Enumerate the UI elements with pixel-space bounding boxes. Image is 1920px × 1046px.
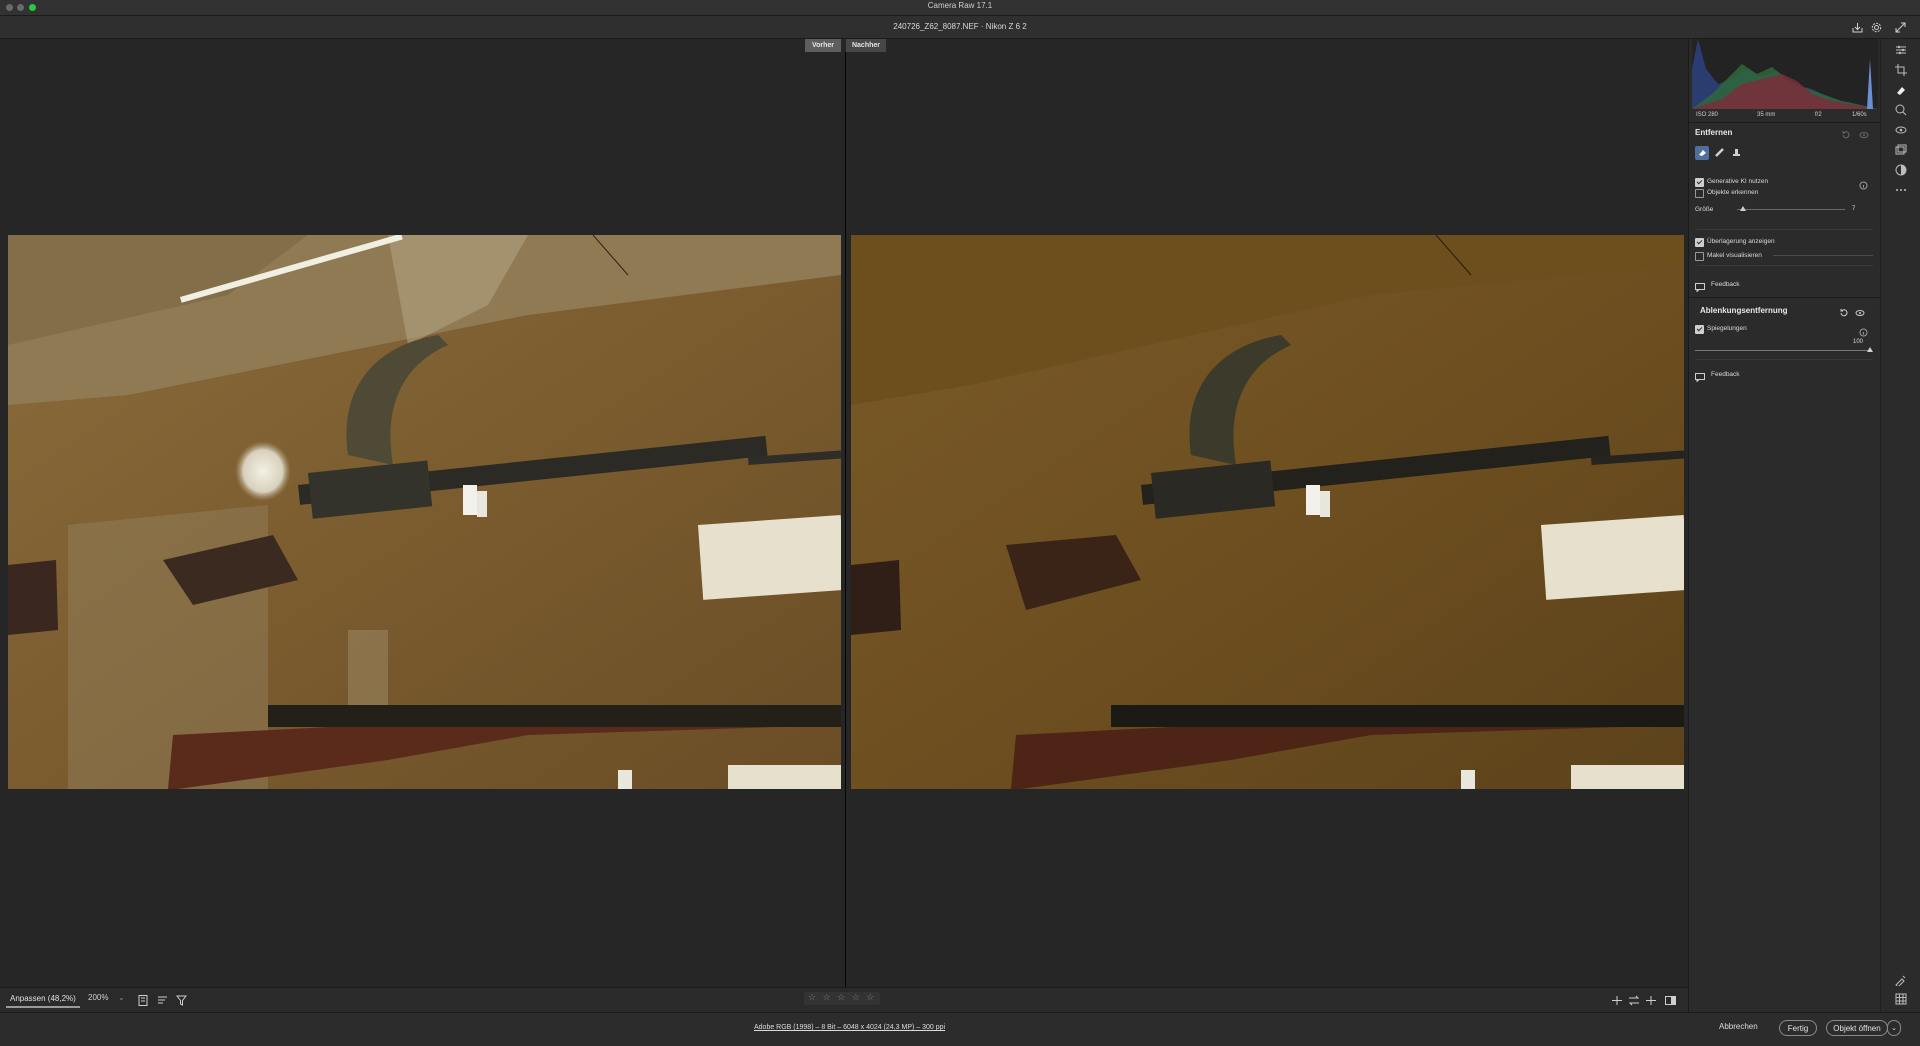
feedback-icon	[1695, 279, 1705, 293]
document-title: 240726_Z62_8087.NEF · Nikon Z 6 2	[893, 22, 1027, 31]
done-button[interactable]: Fertig	[1779, 1020, 1817, 1036]
exif-aperture: f/2	[1815, 112, 1822, 118]
more-options-icon[interactable]	[1895, 183, 1907, 195]
divider	[1689, 122, 1881, 123]
feedback-icon	[1695, 369, 1705, 383]
view-mode-icon[interactable]	[1665, 993, 1679, 1007]
reflections-value[interactable]: 100	[1853, 339, 1863, 345]
sort-icon[interactable]	[157, 993, 171, 1007]
clone-tool-button[interactable]	[1729, 146, 1743, 160]
compare-view: Vorher Nachher	[0, 39, 1688, 987]
show-overlay-label: Überlagerung anzeigen	[1707, 238, 1775, 245]
info-icon[interactable]	[1859, 324, 1869, 337]
zoom-dropdown-icon[interactable]: ⌄	[118, 993, 125, 1002]
fullscreen-icon[interactable]	[1893, 20, 1907, 34]
copy-settings-icon[interactable]	[1628, 993, 1642, 1007]
reset-icon[interactable]	[1841, 127, 1851, 139]
window-titlebar: Camera Raw 17.1	[0, 0, 1920, 16]
detect-objects-label: Objekte erkennen	[1707, 189, 1759, 196]
grid-icon[interactable]	[1895, 992, 1907, 1005]
status-bar: Adobe RGB (1998) – 8 Bit – 6048 x 4024 (…	[0, 1012, 1920, 1046]
reset-icon[interactable]	[1839, 305, 1849, 317]
after-image[interactable]	[851, 235, 1684, 789]
exif-focal: 35 mm	[1757, 112, 1776, 118]
divider	[1689, 297, 1881, 298]
remove-tool-icon[interactable]	[1895, 83, 1907, 95]
window-title: Camera Raw 17.1	[927, 1, 993, 10]
crop-icon[interactable]	[1895, 63, 1907, 76]
right-panel: ISO 280 35 mm f/2 1/60s Entfernen Genera…	[1688, 39, 1881, 1012]
info-icon[interactable]	[1859, 177, 1869, 190]
stamp-icon	[1732, 144, 1741, 162]
save-icon[interactable]	[1850, 20, 1864, 34]
bottom-toolbar: Anpassen (48,2%) 200% ⌄ ☆ ☆ ☆ ☆ ☆	[0, 987, 1688, 1012]
snapshots-icon[interactable]	[1895, 143, 1907, 155]
visualize-spots-checkbox[interactable]	[1695, 252, 1704, 261]
reflections-label: Spiegelungen	[1707, 325, 1747, 332]
open-object-button[interactable]: Objekt öffnen	[1826, 1020, 1888, 1036]
visualize-spots-label: Makel visualisieren	[1707, 252, 1762, 259]
visualize-spots-slider[interactable]	[1773, 255, 1873, 256]
exif-shutter: 1/60s	[1852, 112, 1867, 118]
eye-icon[interactable]	[1859, 127, 1869, 138]
split-view-icon[interactable]	[1645, 993, 1659, 1007]
histogram	[1692, 39, 1878, 109]
open-options-dropdown[interactable]: ⌄	[1887, 1020, 1901, 1036]
compare-divider	[845, 52, 846, 987]
size-label: Größe	[1695, 206, 1714, 213]
remove-tool-button[interactable]	[1695, 146, 1709, 160]
gear-icon[interactable]	[1869, 20, 1883, 34]
size-value[interactable]: 7	[1852, 206, 1855, 212]
generative-ai-label: Generative KI nutzen	[1707, 178, 1769, 185]
before-image[interactable]	[8, 235, 841, 789]
reflections-slider[interactable]	[1695, 350, 1871, 351]
detect-objects-checkbox[interactable]	[1695, 189, 1704, 198]
tool-strip	[1880, 39, 1920, 1012]
divider	[1697, 229, 1873, 230]
eye-icon[interactable]	[1855, 305, 1865, 316]
divider	[1695, 359, 1873, 360]
filmstrip-icon[interactable]	[138, 993, 152, 1007]
reflections-slider-thumb[interactable]	[1867, 347, 1873, 352]
cancel-button[interactable]: Abbrechen	[1719, 1022, 1758, 1031]
workflow-options-link[interactable]: Adobe RGB (1998) – 8 Bit – 6048 x 4024 (…	[754, 1024, 945, 1031]
bandage-icon	[1714, 144, 1724, 162]
document-header: 240726_Z62_8087.NEF · Nikon Z 6 2	[0, 16, 1920, 39]
divider	[1697, 265, 1873, 266]
distraction-section-title: Ablenkungsentfernung	[1700, 306, 1788, 315]
size-slider-thumb[interactable]	[1740, 206, 1746, 211]
distraction-feedback-link[interactable]: Feedback	[1711, 371, 1740, 378]
before-label[interactable]: Vorher	[805, 39, 841, 52]
remove-section-title: Entfernen	[1695, 128, 1733, 137]
rating-stars[interactable]: ☆ ☆ ☆ ☆ ☆	[804, 992, 881, 1005]
after-label[interactable]: Nachher	[846, 39, 886, 52]
generative-ai-checkbox[interactable]	[1695, 178, 1704, 187]
reflections-checkbox[interactable]	[1695, 325, 1704, 334]
presets-icon[interactable]	[1895, 163, 1907, 176]
show-overlay-checkbox[interactable]	[1695, 238, 1704, 247]
size-slider[interactable]	[1737, 209, 1845, 210]
before-after-swap-icon[interactable]	[1611, 993, 1625, 1007]
remove-feedback-link[interactable]: Feedback	[1711, 281, 1740, 288]
zoom-fit-button[interactable]: Anpassen (48,2%)	[6, 992, 80, 1008]
exif-iso: ISO 280	[1696, 112, 1719, 118]
chevron-down-icon: ⌄	[1891, 1025, 1897, 1032]
filter-icon[interactable]	[175, 993, 190, 1007]
zoom-level-button[interactable]: 200%	[88, 993, 108, 1002]
heal-tool-button[interactable]	[1712, 146, 1726, 160]
edit-sliders-icon[interactable]	[1895, 43, 1907, 55]
masking-icon[interactable]	[1895, 103, 1907, 116]
eyedropper-icon[interactable]	[1895, 973, 1907, 988]
red-eye-icon[interactable]	[1895, 123, 1907, 135]
eraser-icon	[1698, 144, 1707, 162]
